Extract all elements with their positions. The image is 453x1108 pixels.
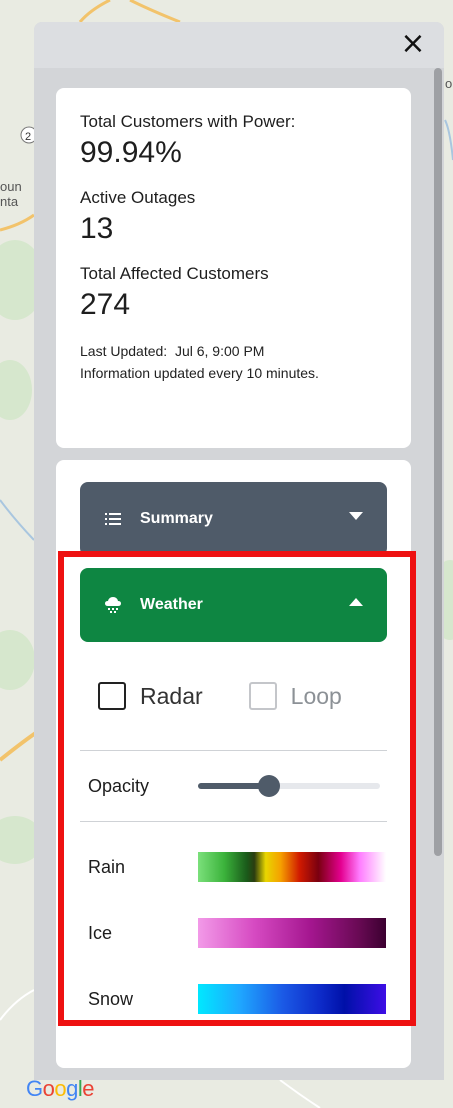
rain-color-scale [198,852,386,882]
list-icon [105,513,121,525]
map-label: oun [0,179,22,194]
opacity-label: Opacity [88,775,150,796]
outage-panel: × Total Customers with Power: 99.94% Act… [34,22,444,1080]
controls-card: Summary Weather Radar Loop Opacity Rain … [56,460,411,1068]
scrollbar-thumb[interactable] [434,68,442,856]
opacity-slider[interactable] [198,775,380,797]
weather-label: Weather [140,596,203,613]
map-label: nta [0,194,19,209]
route-shield-label: 2 [25,131,31,143]
customers-power-value: 99.94% [80,136,182,169]
weather-accordion-header[interactable]: Weather [80,568,387,642]
snow-color-scale [198,984,386,1014]
weather-cloud-icon [105,597,121,613]
panel-scrollbar[interactable] [432,68,444,1080]
radar-checkbox[interactable] [98,682,126,710]
rain-label: Rain [88,856,126,877]
map-label: o [445,76,452,91]
customers-power-label: Total Customers with Power: [80,112,296,131]
panel-header: × [34,22,444,68]
divider [80,821,387,822]
radar-toggle-row: Radar Loop [80,642,387,750]
summary-accordion-header[interactable]: Summary [80,482,387,556]
loop-checkbox-item[interactable]: Loop [248,682,342,710]
ice-label: Ice [88,922,113,943]
opacity-row: Opacity [80,751,387,821]
update-frequency-text: Information updated every 10 minutes. [80,365,319,381]
stats-card: Total Customers with Power: 99.94% Activ… [56,88,411,448]
loop-checkbox[interactable] [248,682,277,710]
rain-legend-row: Rain [80,834,387,900]
loop-label: Loop [290,682,342,709]
active-outages-label: Active Outages [80,188,196,207]
snow-legend-row: Snow [80,966,387,1032]
chevron-down-icon [349,512,363,520]
last-updated-text: Last Updated: Jul 6, 9:00 PM [80,343,265,359]
close-button[interactable]: × [400,29,426,59]
active-outages-value: 13 [80,212,114,245]
radar-checkbox-item[interactable]: Radar [98,682,203,710]
chevron-up-icon [349,598,363,606]
ice-color-scale [198,918,386,948]
snow-label: Snow [88,988,134,1009]
ice-legend-row: Ice [80,900,387,966]
radar-label: Radar [140,682,203,709]
affected-customers-value: 274 [80,288,131,321]
summary-label: Summary [140,510,213,527]
opacity-slider-thumb[interactable] [257,775,280,797]
affected-customers-label: Total Affected Customers [80,264,269,283]
